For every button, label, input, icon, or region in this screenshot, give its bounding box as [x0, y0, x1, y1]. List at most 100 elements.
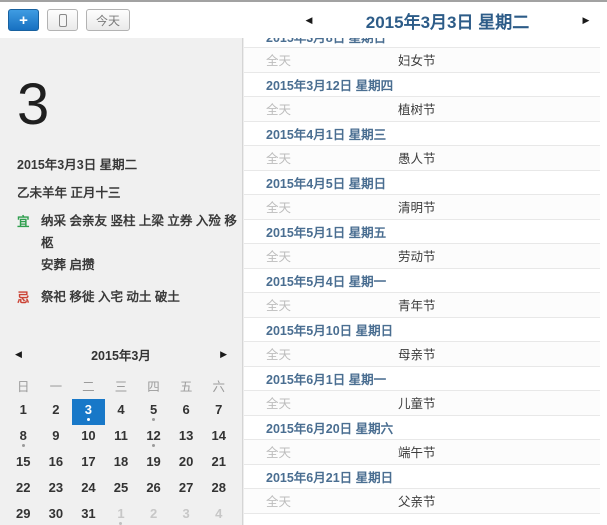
event-dot: [185, 470, 188, 473]
all-day-label: 全天: [266, 295, 398, 314]
day-cell[interactable]: 22: [7, 477, 40, 503]
yi-label: 宜: [17, 211, 41, 277]
event-row[interactable]: 全天妇女节: [244, 48, 600, 73]
day-cell[interactable]: 16: [40, 451, 73, 477]
page-title: 2015年3月3日 星期二: [320, 8, 575, 33]
event-dot: [54, 444, 57, 447]
day-cell[interactable]: 14: [202, 425, 235, 451]
event-date-header: 2015年5月4日 星期一: [244, 269, 600, 294]
event-dot: [217, 444, 220, 447]
event-name: 愚人节: [398, 148, 436, 167]
event-row[interactable]: 全天青年节: [244, 293, 600, 318]
phone-icon: [59, 14, 67, 27]
event-name: 植树节: [398, 99, 436, 118]
event-dot: [152, 496, 155, 499]
ji-label: 忌: [17, 287, 41, 309]
next-day-button[interactable]: ▶: [575, 15, 597, 26]
event-dot: [119, 496, 122, 499]
all-day-label: 全天: [266, 197, 398, 216]
weekday-label: 二: [72, 373, 105, 399]
event-dot: [87, 496, 90, 499]
day-number: 3: [183, 506, 190, 521]
day-cell[interactable]: 5: [137, 399, 170, 425]
events-list[interactable]: 2015年3月8日 星期日全天妇女节2015年3月12日 星期四全天植树节201…: [243, 38, 600, 525]
event-row[interactable]: 全天儿童节: [244, 391, 600, 416]
day-cell[interactable]: 21: [202, 451, 235, 477]
event-name: 清明节: [398, 197, 436, 216]
day-number: 18: [114, 454, 128, 469]
event-dot: [54, 496, 57, 499]
day-cell[interactable]: 4: [202, 503, 235, 525]
ji-terms: 祭祀 移徙 入宅 动土 破土: [41, 287, 180, 309]
day-cell[interactable]: 17: [72, 451, 105, 477]
lunar-date-line: 乙未羊年 正月十三: [17, 182, 242, 201]
day-cell[interactable]: 12: [137, 425, 170, 451]
day-cell[interactable]: 4: [105, 399, 138, 425]
event-dot: [22, 496, 25, 499]
day-cell[interactable]: 27: [170, 477, 203, 503]
event-date-text: 2015年3月12日 星期四: [266, 75, 393, 94]
event-date-header: 2015年4月5日 星期日: [244, 171, 600, 196]
event-dot: [152, 418, 155, 421]
yi-terms: 纳采 会亲友 竖柱 上梁 立券 入殓 移柩 安葬 启攒: [41, 211, 242, 277]
day-cell[interactable]: 24: [72, 477, 105, 503]
add-event-button[interactable]: +: [8, 9, 39, 31]
day-number: 24: [81, 480, 95, 495]
weekday-label: 三: [105, 373, 138, 399]
day-cell-selected[interactable]: 3: [72, 399, 105, 425]
day-cell[interactable]: 1: [105, 503, 138, 525]
day-cell[interactable]: 28: [202, 477, 235, 503]
day-number: 2: [150, 506, 157, 521]
day-cell[interactable]: 15: [7, 451, 40, 477]
day-number: 21: [211, 454, 225, 469]
day-number: 13: [179, 428, 193, 443]
mini-calendar-title: 2015年3月: [22, 345, 220, 364]
event-dot: [119, 444, 122, 447]
plus-icon: +: [19, 13, 28, 28]
day-cell[interactable]: 9: [40, 425, 73, 451]
event-date-text: 2015年6月1日 星期一: [266, 369, 386, 388]
event-name: 青年节: [398, 295, 436, 314]
today-button[interactable]: 今天: [86, 9, 130, 31]
event-row[interactable]: 全天愚人节: [244, 146, 600, 171]
day-cell[interactable]: 11: [105, 425, 138, 451]
day-cell[interactable]: 20: [170, 451, 203, 477]
mini-calendar: ◀ 2015年3月 ▶ 日一二三四五六123456789101112131415…: [0, 345, 242, 525]
event-date-text: 2015年5月1日 星期五: [266, 222, 386, 241]
event-name: 劳动节: [398, 246, 436, 265]
event-row[interactable]: 全天父亲节: [244, 489, 600, 514]
event-row[interactable]: 全天母亲节: [244, 342, 600, 367]
day-cell[interactable]: 29: [7, 503, 40, 525]
event-name: 儿童节: [398, 393, 436, 412]
day-cell[interactable]: 23: [40, 477, 73, 503]
day-cell[interactable]: 19: [137, 451, 170, 477]
day-cell[interactable]: 10: [72, 425, 105, 451]
event-name: 父亲节: [398, 491, 436, 510]
day-number: 27: [179, 480, 193, 495]
day-cell[interactable]: 30: [40, 503, 73, 525]
event-dot: [22, 444, 25, 447]
event-row[interactable]: 全天劳动节: [244, 244, 600, 269]
mobile-sync-button[interactable]: [47, 9, 78, 31]
day-cell[interactable]: 25: [105, 477, 138, 503]
prev-day-button[interactable]: ◀: [298, 15, 320, 26]
mini-prev-month-button[interactable]: ◀: [15, 349, 22, 360]
mini-next-month-button[interactable]: ▶: [220, 349, 227, 360]
day-cell[interactable]: 6: [170, 399, 203, 425]
event-row[interactable]: 全天端午节: [244, 440, 600, 465]
event-name: 妇女节: [398, 50, 436, 69]
day-cell[interactable]: 2: [40, 399, 73, 425]
day-cell[interactable]: 7: [202, 399, 235, 425]
day-cell[interactable]: 2: [137, 503, 170, 525]
day-cell[interactable]: 1: [7, 399, 40, 425]
day-cell[interactable]: 31: [72, 503, 105, 525]
day-cell[interactable]: 26: [137, 477, 170, 503]
day-number: 22: [16, 480, 30, 495]
day-cell[interactable]: 13: [170, 425, 203, 451]
event-row[interactable]: 全天植树节: [244, 97, 600, 122]
weekday-label: 日: [7, 373, 40, 399]
day-cell[interactable]: 8: [7, 425, 40, 451]
day-cell[interactable]: 18: [105, 451, 138, 477]
day-cell[interactable]: 3: [170, 503, 203, 525]
event-row[interactable]: 全天清明节: [244, 195, 600, 220]
